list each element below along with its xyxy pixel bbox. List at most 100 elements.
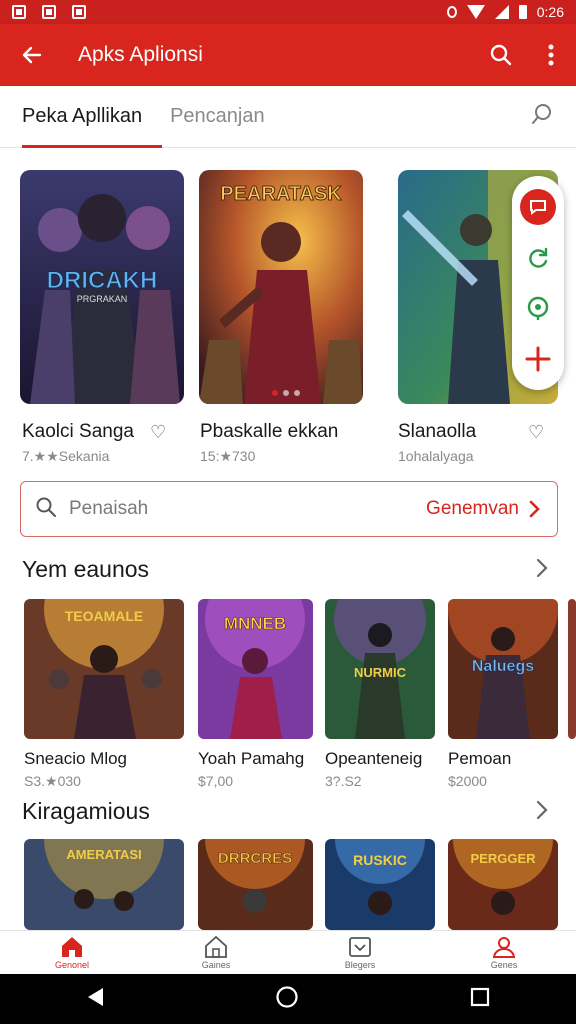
inbox-icon (349, 937, 371, 957)
bottom-navigation: Genonel Gaines Blegers Genes (0, 930, 576, 974)
circle-home-icon (276, 985, 298, 1008)
game-tile-art[interactable]: AMERATASI (24, 839, 184, 930)
arrow-left-icon (22, 46, 42, 64)
heart-icon[interactable]: ♡ (150, 422, 166, 443)
heart-icon[interactable]: ♡ (528, 422, 544, 443)
game-title[interactable]: Opeanteneig (325, 749, 422, 769)
section-title: Kiragamious (22, 798, 150, 824)
system-navigation-bar (0, 974, 576, 1024)
chat-icon (530, 200, 546, 216)
more-menu-button[interactable] (526, 24, 576, 86)
tab-search[interactable]: Pencanjan (170, 86, 265, 148)
search-icon (532, 104, 551, 124)
featured-art-title: DRICAKH (47, 267, 158, 294)
refresh-button[interactable] (520, 240, 556, 276)
reaction-button[interactable] (520, 189, 556, 226)
back-button[interactable] (0, 24, 64, 86)
nav-inbox[interactable]: Blegers (288, 931, 432, 974)
game-meta: $2000 (448, 773, 487, 789)
system-back-button[interactable] (85, 986, 105, 1013)
tile-art-title: NURMIC (354, 665, 407, 680)
search-icon (35, 496, 57, 523)
add-button[interactable] (520, 341, 556, 377)
heart-notification-icon (72, 5, 86, 19)
location-pin-icon (527, 297, 549, 321)
alarm-icon (446, 6, 457, 18)
tab-apps[interactable]: Peka Apllikan (22, 86, 163, 148)
nav-home-label: Genonel (54, 960, 90, 970)
location-button[interactable] (520, 290, 556, 326)
status-bar: 0:26 (0, 0, 576, 24)
nav-games[interactable]: Gaines (144, 931, 288, 974)
game-title[interactable]: Sneacio Mlog (24, 749, 127, 769)
game-tile-art-partial[interactable] (568, 599, 576, 739)
carousel-dot (283, 390, 289, 396)
game-tile-art[interactable]: DRRCRES (198, 839, 313, 930)
featured-title[interactable]: Pbaskalle ekkan (200, 421, 338, 443)
home-icon (62, 937, 82, 957)
featured-card-art[interactable]: DRICAKH PRGRAKAN (20, 170, 184, 404)
image-notification-icon (42, 5, 56, 19)
search-placeholder: Penaisah (69, 498, 149, 519)
tile-art-title: AMERATASI (66, 847, 141, 862)
search-button[interactable] (476, 24, 526, 86)
app-bar: Apks Aplionsi (0, 24, 576, 86)
nav-profile[interactable]: Genes (432, 931, 576, 974)
tab-bar: Peka Apllikan Pencanjan (0, 86, 576, 148)
nav-inbox-label: Blegers (344, 960, 376, 970)
section-more-button[interactable] (536, 558, 548, 584)
game-tile-art[interactable]: Naluegs (448, 599, 558, 739)
featured-art-subtitle: PRGRAKAN (77, 294, 128, 304)
carousel-dot (272, 390, 278, 396)
featured-title[interactable]: Kaolci Sanga (22, 421, 134, 443)
search-field[interactable]: Penaisah Genemvan (20, 481, 558, 537)
store-icon (205, 935, 227, 958)
square-recents-icon (470, 987, 490, 1006)
chevron-right-icon (536, 558, 548, 578)
game-title[interactable]: Yoah Pamahg (198, 749, 304, 769)
tab-search-button[interactable] (530, 102, 554, 131)
featured-title[interactable]: Slanaolla (398, 421, 476, 443)
tile-art-title: Naluegs (472, 658, 534, 675)
notification-icon (12, 5, 26, 19)
app-title: Apks Aplionsi (78, 43, 203, 66)
refresh-icon (529, 247, 548, 268)
featured-art-title: PEARATASK (220, 183, 342, 205)
game-title[interactable]: Pemoan (448, 749, 511, 769)
tile-art-title: PERGGER (470, 851, 536, 866)
plus-icon (525, 346, 551, 372)
featured-meta: 7.★★Sekania (22, 448, 110, 464)
profile-icon (492, 937, 516, 958)
search-icon (490, 44, 512, 66)
game-tile-art[interactable]: TEOAMALE (24, 599, 184, 739)
section-more-button[interactable] (536, 800, 548, 826)
clock: 0:26 (536, 4, 564, 20)
tile-art-title: DRRCRES (218, 850, 292, 867)
tile-art-title: MNNEB (224, 614, 286, 633)
game-meta: S3.★030 (24, 773, 81, 789)
system-home-button[interactable] (275, 985, 299, 1014)
carousel-dot (294, 390, 300, 396)
nav-profile-label: Genes (490, 960, 518, 970)
game-meta: $7,00 (198, 773, 234, 789)
game-tile-art[interactable]: MNNEB (198, 599, 313, 739)
search-submit-button[interactable]: Genemvan (426, 498, 541, 520)
more-vertical-icon (548, 44, 554, 66)
featured-card-art[interactable]: PEARATASK (199, 170, 363, 404)
nav-games-label: Gaines (201, 960, 231, 970)
chevron-right-icon (536, 800, 548, 820)
system-recents-button[interactable] (469, 986, 491, 1013)
featured-meta: 15:★730 (200, 448, 256, 464)
game-tile-art[interactable]: RUSKIC (325, 839, 435, 930)
game-meta: 3?.S2 (325, 773, 362, 789)
featured-meta: 1ohalalyaga (398, 448, 474, 464)
game-tile-art[interactable]: PERGGER (448, 839, 558, 930)
search-submit-label: Genemvan (426, 498, 519, 519)
section-title: Yem eaunos (22, 556, 150, 582)
triangle-back-icon (88, 987, 103, 1006)
nav-home[interactable]: Genonel (0, 931, 144, 974)
game-tile-art[interactable]: NURMIC (325, 599, 435, 739)
wifi-icon (466, 5, 485, 19)
signal-icon (494, 5, 509, 19)
tile-art-title: TEOAMALE (65, 608, 144, 624)
